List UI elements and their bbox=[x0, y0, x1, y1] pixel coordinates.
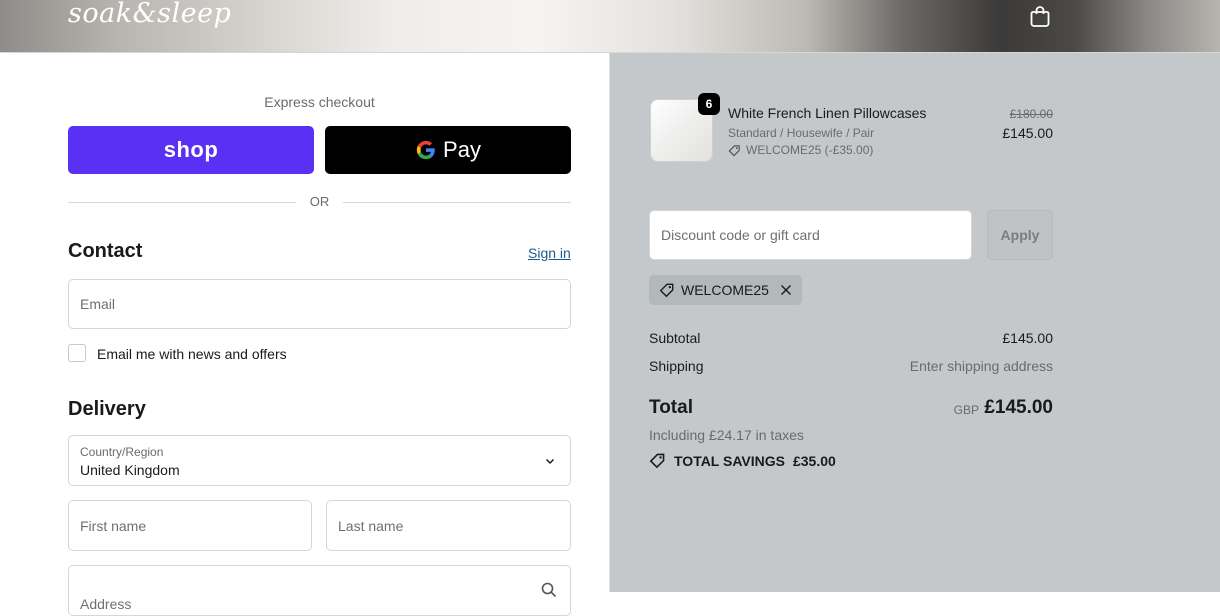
checkout-form: Express checkout shop Pay OR Contact Sig… bbox=[0, 53, 609, 616]
shipping-row: Shipping Enter shipping address bbox=[649, 358, 1053, 374]
total-savings: TOTAL SAVINGS £35.00 bbox=[649, 452, 836, 469]
store-logo[interactable]: soak&sleep bbox=[68, 0, 231, 29]
product-discount-text: WELCOME25 (-£35.00) bbox=[746, 143, 874, 157]
tag-icon bbox=[659, 283, 674, 298]
divider-line-right bbox=[343, 202, 571, 203]
last-name-field[interactable] bbox=[326, 500, 571, 551]
country-value: United Kingdom bbox=[80, 462, 180, 478]
savings-value: £35.00 bbox=[792, 452, 836, 469]
subtotal-row: Subtotal £145.00 bbox=[649, 330, 1053, 346]
google-pay-label: Pay bbox=[443, 137, 481, 162]
shipping-value: Enter shipping address bbox=[909, 358, 1053, 374]
shopping-bag-icon[interactable] bbox=[1029, 4, 1051, 28]
or-divider: OR bbox=[68, 193, 571, 211]
discount-code-input[interactable] bbox=[649, 210, 972, 260]
apply-button[interactable]: Apply bbox=[987, 210, 1053, 260]
shop-pay-label: shop bbox=[163, 137, 219, 162]
total-row: Total GBP £145.00 bbox=[649, 397, 1053, 419]
email-field[interactable] bbox=[68, 279, 571, 329]
currency-code: GBP bbox=[953, 403, 979, 417]
product-name: White French Linen Pillowcases bbox=[728, 105, 927, 121]
subtotal-value: £145.00 bbox=[1002, 330, 1053, 346]
item-price: £145.00 bbox=[1002, 125, 1053, 141]
country-label: Country/Region bbox=[80, 445, 164, 459]
order-summary: 6 White French Linen Pillowcases Standar… bbox=[609, 53, 1220, 592]
contact-heading: Contact bbox=[68, 240, 143, 262]
express-checkout-title: Express checkout bbox=[264, 94, 375, 110]
savings-label: TOTAL SAVINGS bbox=[674, 452, 785, 469]
quantity-badge: 6 bbox=[698, 93, 720, 115]
total-value: £145.00 bbox=[984, 397, 1053, 418]
country-select[interactable]: Country/Region United Kingdom bbox=[68, 435, 571, 486]
header-banner: soak&sleep bbox=[0, 0, 1220, 53]
product-discount: WELCOME25 (-£35.00) bbox=[728, 143, 873, 157]
tag-icon bbox=[728, 144, 740, 156]
product-variant: Standard / Housewife / Pair bbox=[728, 126, 875, 140]
newsletter-label: Email me with news and offers bbox=[97, 346, 287, 362]
google-g-icon bbox=[416, 140, 435, 160]
search-icon bbox=[541, 582, 557, 598]
sign-in-link[interactable]: Sign in bbox=[528, 245, 571, 261]
original-price: £180.00 bbox=[1009, 107, 1053, 121]
first-name-field[interactable] bbox=[68, 500, 312, 551]
newsletter-checkbox[interactable] bbox=[68, 344, 86, 362]
google-pay-button[interactable]: Pay bbox=[325, 126, 571, 174]
chevron-down-icon bbox=[545, 458, 555, 465]
shop-pay-button[interactable]: shop bbox=[68, 126, 314, 174]
remove-discount-icon[interactable] bbox=[780, 284, 792, 296]
subtotal-label: Subtotal bbox=[649, 330, 701, 346]
total-label: Total bbox=[649, 397, 693, 418]
shipping-label: Shipping bbox=[649, 358, 704, 374]
applied-discount-chip: WELCOME25 bbox=[649, 275, 802, 305]
applied-code-text: WELCOME25 bbox=[681, 282, 769, 298]
taxes-note: Including £24.17 in taxes bbox=[649, 427, 804, 443]
delivery-heading: Delivery bbox=[68, 398, 146, 420]
address-field[interactable] bbox=[68, 565, 571, 616]
savings-tag-icon bbox=[649, 453, 665, 469]
